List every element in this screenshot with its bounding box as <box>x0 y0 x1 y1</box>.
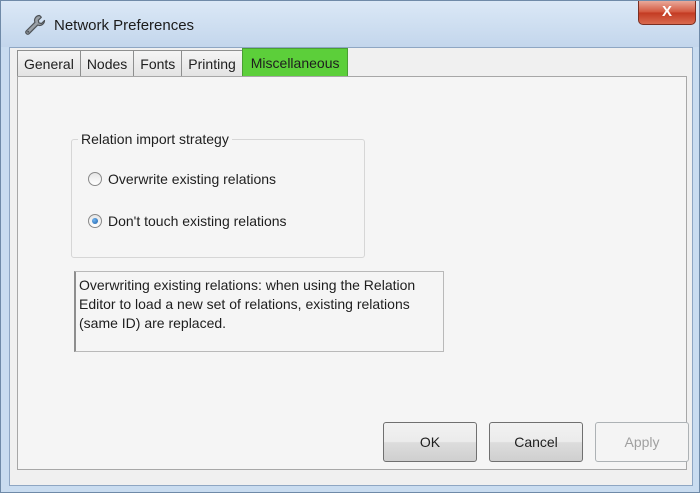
radio-label-dont-touch: Don't touch existing relations <box>108 213 287 229</box>
tab-nodes[interactable]: Nodes <box>79 50 134 77</box>
radio-button-unchecked[interactable] <box>88 172 102 186</box>
tab-general[interactable]: General <box>17 50 80 77</box>
radio-label-overwrite: Overwrite existing relations <box>108 171 277 187</box>
wrench-icon <box>23 13 47 37</box>
apply-button[interactable]: Apply <box>595 422 689 462</box>
close-button[interactable]: X <box>638 1 696 25</box>
tab-strip: General Nodes Fonts Printing Miscellaneo… <box>17 48 349 77</box>
cancel-button[interactable]: Cancel <box>489 422 583 462</box>
title-bar[interactable]: Network Preferences X <box>1 1 699 47</box>
tab-fonts[interactable]: Fonts <box>133 50 182 77</box>
tab-miscellaneous[interactable]: Miscellaneous <box>241 48 349 77</box>
ok-button[interactable]: OK <box>383 422 477 462</box>
window-title: Network Preferences <box>54 17 195 34</box>
relation-import-group-label: Relation import strategy <box>78 131 232 147</box>
tab-printing[interactable]: Printing <box>181 50 242 77</box>
radio-overwrite-existing[interactable]: Overwrite existing relations <box>88 170 276 188</box>
description-text-box: Overwriting existing relations: when usi… <box>74 271 444 352</box>
radio-dont-touch-existing[interactable]: Don't touch existing relations <box>88 212 287 230</box>
relation-import-groupbox <box>71 139 365 258</box>
radio-button-checked[interactable] <box>88 214 102 228</box>
